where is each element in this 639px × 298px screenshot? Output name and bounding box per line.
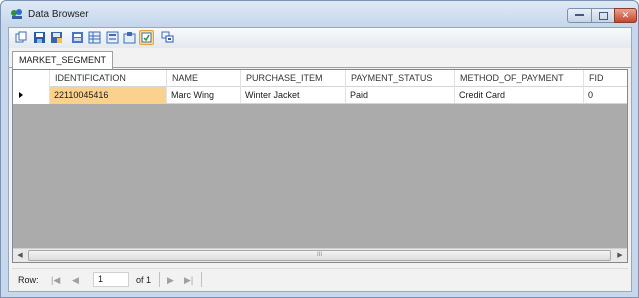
scroll-left-icon[interactable]: ◀ [13,249,27,262]
table-row[interactable]: 22110045416 Marc Wing Winter Jacket Paid… [13,87,627,104]
data-browser-window: Data Browser ✕ MARKET_SEGMENT IDENTIFICA… [0,0,639,298]
cell-fid[interactable]: 0 [584,87,627,103]
cell-purchase-item[interactable]: Winter Jacket [241,87,346,103]
grid-header-row: IDENTIFICATION NAME PURCHASE_ITEM PAYMEN… [13,70,627,87]
row-label: Row: [18,275,39,285]
cell-name[interactable]: Marc Wing [167,87,241,103]
column-header-method-of-payment[interactable]: METHOD_OF_PAYMENT [455,70,584,87]
filter-icon[interactable] [71,31,84,44]
horizontal-scrollbar[interactable]: ◀ III ▶ [13,248,627,262]
row-header[interactable] [13,87,50,104]
copy-icon[interactable] [15,31,28,44]
minimize-button[interactable] [567,8,592,23]
window-title: Data Browser [28,9,89,20]
refresh-icon[interactable] [139,30,154,45]
navigator-divider [159,272,160,287]
toolbar [9,28,631,48]
navigator-divider [201,272,202,287]
first-record-icon[interactable]: |◀ [51,274,60,286]
app-icon [10,8,24,20]
scrollbar-thumb[interactable]: III [28,250,611,261]
save-as-icon[interactable] [50,31,63,44]
cell-payment-status[interactable]: Paid [346,87,455,103]
grid-view-icon[interactable] [88,31,101,44]
previous-record-icon[interactable]: ◀ [72,274,79,286]
form-view-icon[interactable] [106,31,119,44]
record-count-label: of 1 [136,275,152,285]
column-header-purchase-item[interactable]: PURCHASE_ITEM [241,70,346,87]
column-header-payment-status[interactable]: PAYMENT_STATUS [346,70,455,87]
column-header-fid[interactable]: FID [584,70,627,87]
columns-icon[interactable] [123,31,136,44]
scroll-right-icon[interactable]: ▶ [613,249,627,262]
current-row-arrow-icon [19,92,23,98]
maximize-button[interactable] [591,8,615,23]
close-button[interactable]: ✕ [614,8,637,23]
column-header-identification[interactable]: IDENTIFICATION [50,70,167,87]
record-navigator: Row: |◀ ◀ 1 of 1 ▶ ▶| [12,268,628,289]
grid-corner-cell[interactable] [13,70,50,87]
next-record-icon[interactable]: ▶ [167,274,174,286]
position-input[interactable]: 1 [93,272,129,287]
column-header-name[interactable]: NAME [167,70,241,87]
close-icon: ✕ [621,10,630,20]
chart-icon[interactable] [161,31,174,44]
cell-method-of-payment[interactable]: Credit Card [455,87,584,103]
tab-label: MARKET_SEGMENT [19,55,107,65]
tab-market-segment[interactable]: MARKET_SEGMENT [12,51,114,69]
data-grid: IDENTIFICATION NAME PURCHASE_ITEM PAYMEN… [12,69,628,263]
tab-strip: MARKET_SEGMENT [9,48,631,69]
last-record-icon[interactable]: ▶| [184,274,193,286]
save-icon[interactable] [33,31,46,44]
title-bar[interactable]: Data Browser ✕ [1,1,638,27]
cell-identification[interactable]: 22110045416 [50,87,167,103]
client-area: MARKET_SEGMENT IDENTIFICATION NAME PURCH… [8,27,632,292]
